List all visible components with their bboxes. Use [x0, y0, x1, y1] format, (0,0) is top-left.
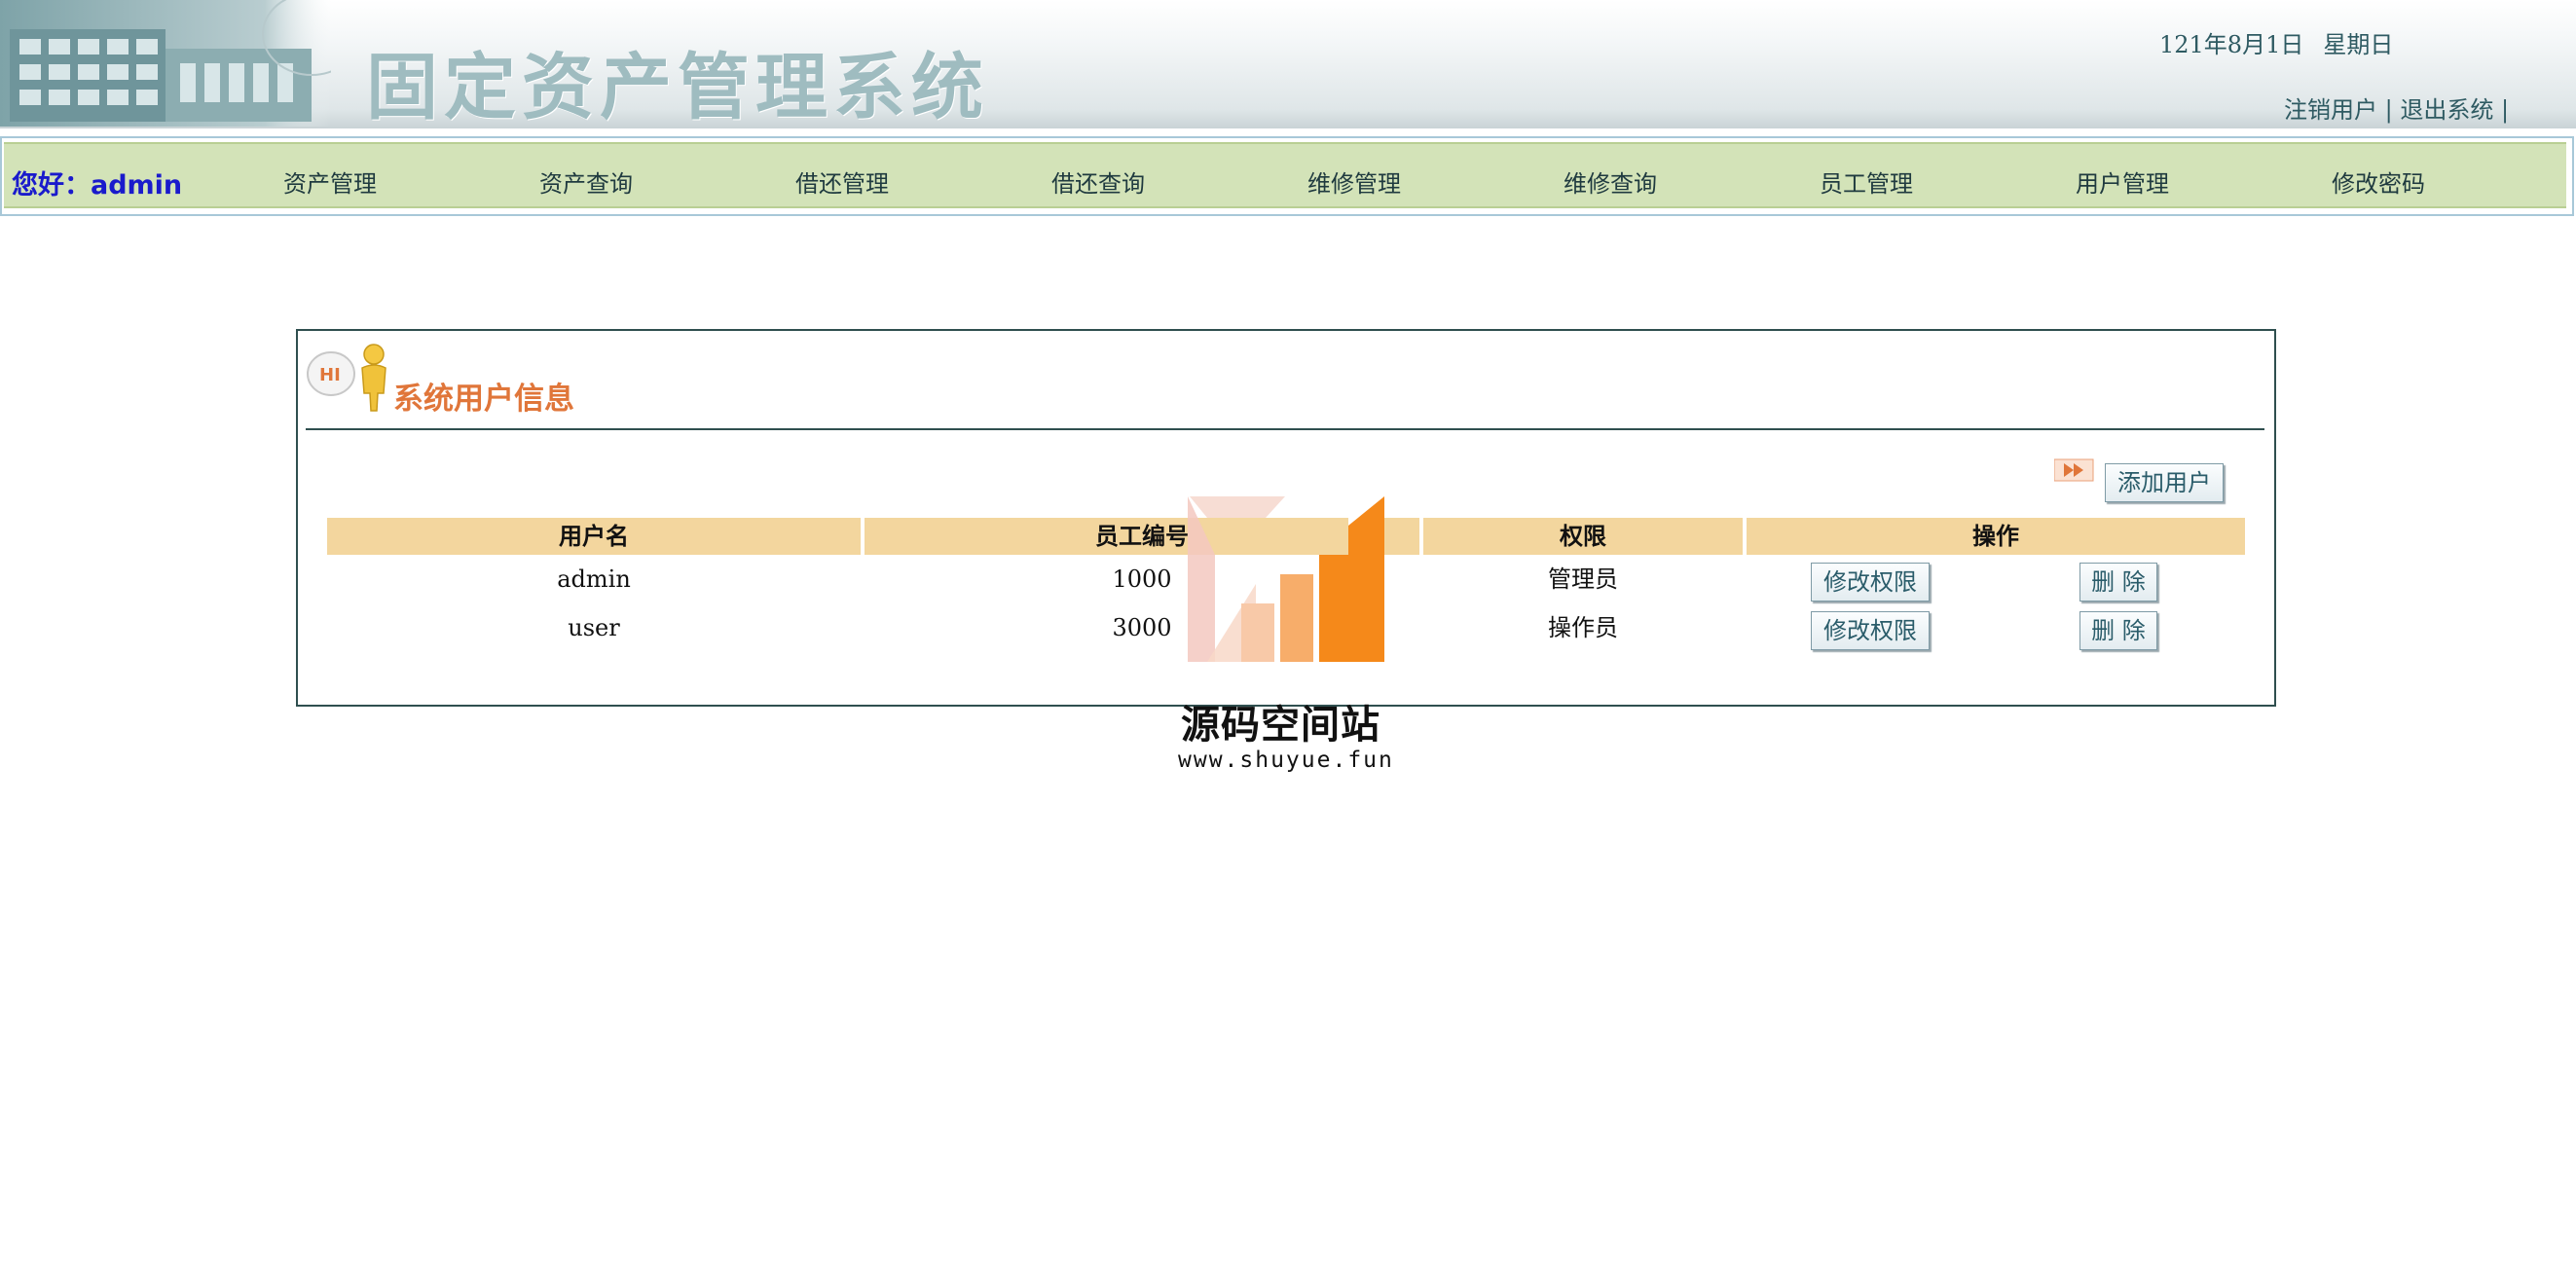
link-separator: |: [2501, 96, 2510, 124]
system-title: 固定资产管理系统: [366, 46, 989, 129]
column-header-role: 权限: [1423, 518, 1743, 555]
watermark-name: 源码空间站: [1181, 703, 1380, 748]
cell-role: 操作员: [1548, 614, 1618, 641]
nav-item-change-password[interactable]: 修改密码: [2332, 164, 2425, 199]
date-text: 121年8月1日: [2159, 31, 2304, 58]
cell-username: user: [568, 614, 620, 641]
hi-badge-text: HI: [319, 365, 341, 385]
nav-item-borrow-query[interactable]: 借还查询: [1051, 164, 1145, 199]
hi-person-icon: HI: [307, 344, 386, 412]
edit-permission-button[interactable]: 修改权限: [1811, 563, 1930, 602]
user-info-panel: HI 系统用户信息 添加用户 用户名 员工编号 权限 操作 admin 1000…: [296, 329, 2276, 707]
nav-item-asset-management[interactable]: 资产管理: [283, 164, 377, 199]
logout-user-link[interactable]: 注销用户: [2284, 96, 2377, 124]
exit-system-link[interactable]: 退出系统: [2400, 96, 2493, 124]
nav-item-borrow-management[interactable]: 借还管理: [795, 164, 889, 199]
date-display: 121年8月1日 星期日: [2159, 25, 2393, 59]
nav-frame: 您好：admin 资产管理 资产查询 借还管理 借还查询 维修管理 维修查询 员…: [0, 136, 2574, 216]
building-banner-image: [0, 0, 331, 127]
nav-item-user-management[interactable]: 用户管理: [2076, 164, 2169, 199]
header-banner: 固定资产管理系统 121年8月1日 星期日 注销用户 | 退出系统 |: [0, 0, 2576, 129]
main-nav: 您好：admin 资产管理 资产查询 借还管理 借还查询 维修管理 维修查询 员…: [4, 142, 2566, 208]
link-separator: |: [2384, 96, 2393, 124]
greeting-text: 您好：admin: [12, 170, 183, 201]
delete-button[interactable]: 删 除: [2079, 563, 2157, 602]
weekday-text: 星期日: [2323, 31, 2394, 58]
double-arrow-icon: [2054, 458, 2094, 482]
watermark-url: www.shuyue.fun: [1178, 748, 1394, 773]
nav-item-employee-management[interactable]: 员工管理: [1820, 164, 1913, 199]
nav-item-asset-query[interactable]: 资产查询: [539, 164, 633, 199]
column-header-username: 用户名: [327, 518, 861, 555]
edit-permission-button[interactable]: 修改权限: [1811, 611, 1930, 650]
add-user-button[interactable]: 添加用户: [2105, 463, 2224, 502]
cell-employee-no: 3000: [1112, 614, 1172, 641]
nav-item-repair-query[interactable]: 维修查询: [1564, 164, 1657, 199]
nav-item-repair-management[interactable]: 维修管理: [1307, 164, 1401, 199]
cell-role: 管理员: [1548, 566, 1618, 593]
cell-username: admin: [557, 566, 631, 593]
panel-title: 系统用户信息: [393, 382, 574, 417]
cell-employee-no: 1000: [1112, 566, 1172, 593]
column-header-actions: 操作: [1747, 518, 2245, 555]
panel-divider: [306, 428, 2264, 430]
delete-button[interactable]: 删 除: [2079, 611, 2157, 650]
top-links: 注销用户 | 退出系统 |: [2284, 91, 2509, 125]
column-header-employee-no: 员工编号: [865, 518, 1419, 555]
